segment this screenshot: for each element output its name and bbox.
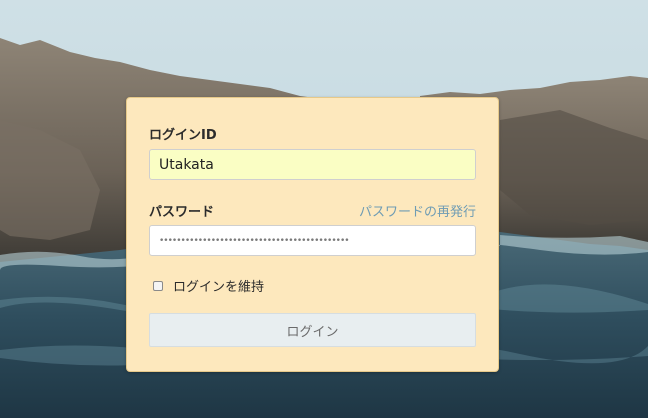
password-reset-link[interactable]: パスワードの再発行: [359, 201, 476, 220]
remember-login-option[interactable]: ログインを維持: [153, 276, 264, 295]
password-label: パスワード: [149, 205, 215, 220]
login-id-label: ログインID: [149, 128, 217, 143]
checkbox-icon[interactable]: [153, 280, 163, 291]
password-input[interactable]: [149, 225, 476, 256]
login-panel: ログインID パスワード パスワードの再発行 ログインを維持 ログイン: [126, 97, 499, 372]
login-button[interactable]: ログイン: [149, 313, 476, 347]
login-id-input[interactable]: [149, 149, 476, 180]
remember-login-label: ログインを維持: [173, 280, 265, 295]
login-screen: ログインID パスワード パスワードの再発行 ログインを維持 ログイン: [0, 0, 648, 418]
